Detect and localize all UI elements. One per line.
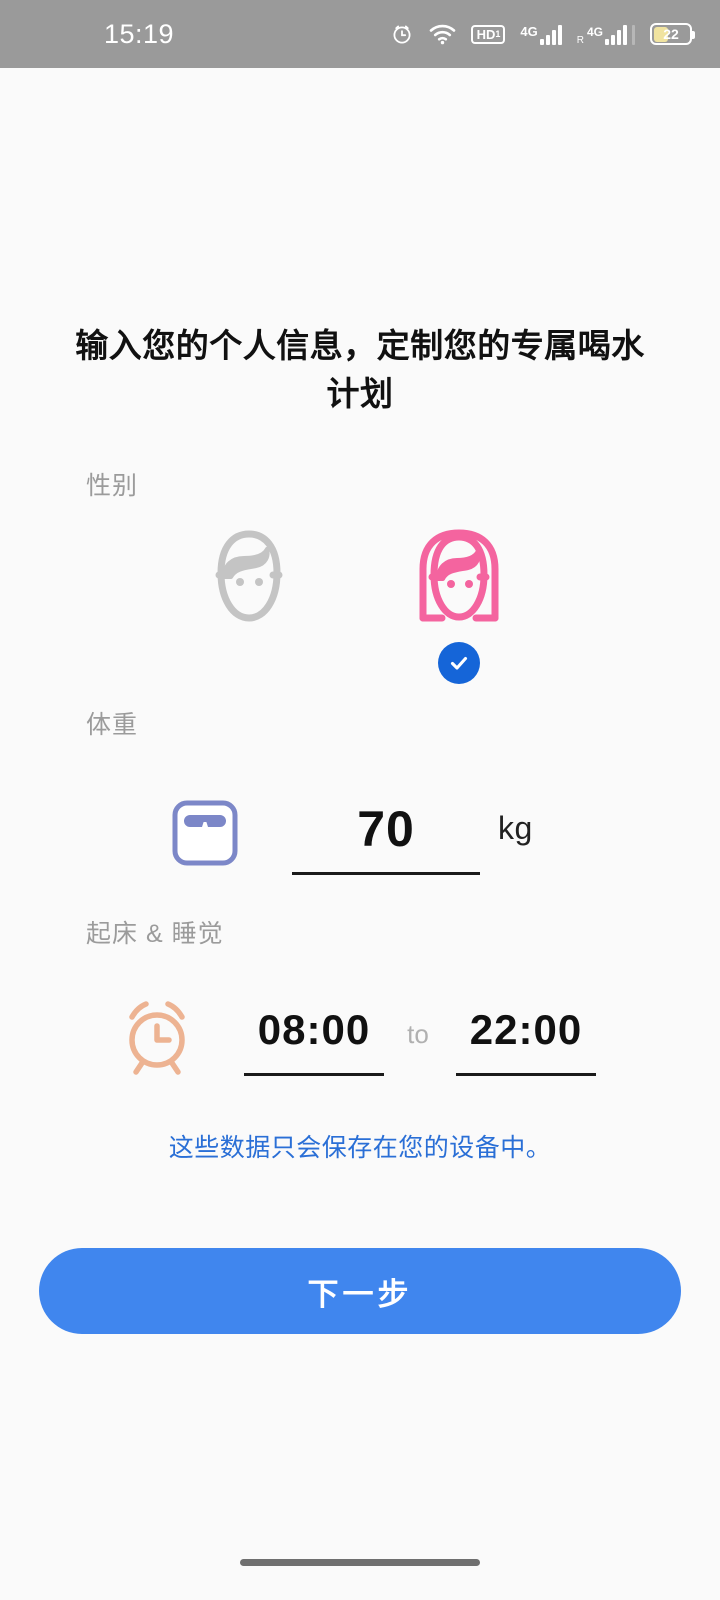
sleep-section-label: 起床 & 睡觉 xyxy=(86,920,224,948)
weight-input-row: 70 kg xyxy=(0,790,720,890)
male-avatar-icon xyxy=(206,525,292,634)
weight-value[interactable]: 70 xyxy=(292,790,480,868)
hd-voice-icon: HD 1 xyxy=(470,24,506,44)
page-title: 输入您的个人信息，定制您的专属喝水计划 xyxy=(75,327,645,412)
wake-time-value[interactable]: 08:00 xyxy=(244,995,384,1065)
signal-bars-sim1 xyxy=(539,23,562,45)
status-clock: 15:19 xyxy=(104,18,175,49)
gender-option-male[interactable] xyxy=(194,525,304,634)
time-range-separator: to xyxy=(407,1019,429,1049)
gender-option-female[interactable] xyxy=(404,525,514,684)
alarm-icon xyxy=(390,22,414,46)
weight-input-underline xyxy=(292,872,480,875)
hd-sub-label: 1 xyxy=(495,28,501,39)
gender-selector xyxy=(0,525,720,684)
female-avatar-icon xyxy=(412,525,506,634)
battery-percent-label: 22 xyxy=(663,26,679,42)
status-bar: 15:19 HD 1 4G R 4G 22 xyxy=(0,0,720,68)
next-button[interactable]: 下一步 xyxy=(39,1248,681,1334)
signal-bars-sim2 xyxy=(605,23,627,45)
hd-label: HD xyxy=(476,26,496,42)
sleep-time-value[interactable]: 22:00 xyxy=(456,995,596,1065)
signal-4g-sim1-icon: 4G xyxy=(520,23,562,45)
status-icon-tray: HD 1 4G R 4G 22 xyxy=(390,17,695,51)
gender-section-label: 性别 xyxy=(86,472,139,500)
weight-section-label: 体重 xyxy=(86,711,139,739)
wake-time-underline xyxy=(244,1073,384,1076)
home-gesture-handle[interactable] xyxy=(240,1558,480,1566)
roaming-label: R xyxy=(576,35,584,46)
system-navigation-bar xyxy=(0,1540,720,1600)
gender-selected-check-icon xyxy=(438,642,480,684)
network-label-sim1: 4G xyxy=(520,24,538,39)
alarm-clock-icon xyxy=(118,997,196,1080)
signal-bar-empty xyxy=(632,25,635,45)
sleep-time-underline xyxy=(456,1073,596,1076)
battery-icon: 22 xyxy=(650,23,695,45)
privacy-note: 这些数据只会保存在您的设备中。 xyxy=(168,1134,552,1162)
wifi-icon xyxy=(429,23,456,45)
weight-unit-label: kg xyxy=(498,810,533,846)
sleep-time-row: 08:00 to 22:00 xyxy=(0,995,720,1095)
network-label-sim2: 4G xyxy=(586,25,603,39)
app-screen: 15:19 HD 1 4G R 4G 22 输入您的个人信息，定制您的专属喝水计… xyxy=(0,0,720,1600)
signal-4g-roaming-sim2-icon: R 4G xyxy=(576,23,635,46)
weight-scale-icon xyxy=(170,798,240,873)
